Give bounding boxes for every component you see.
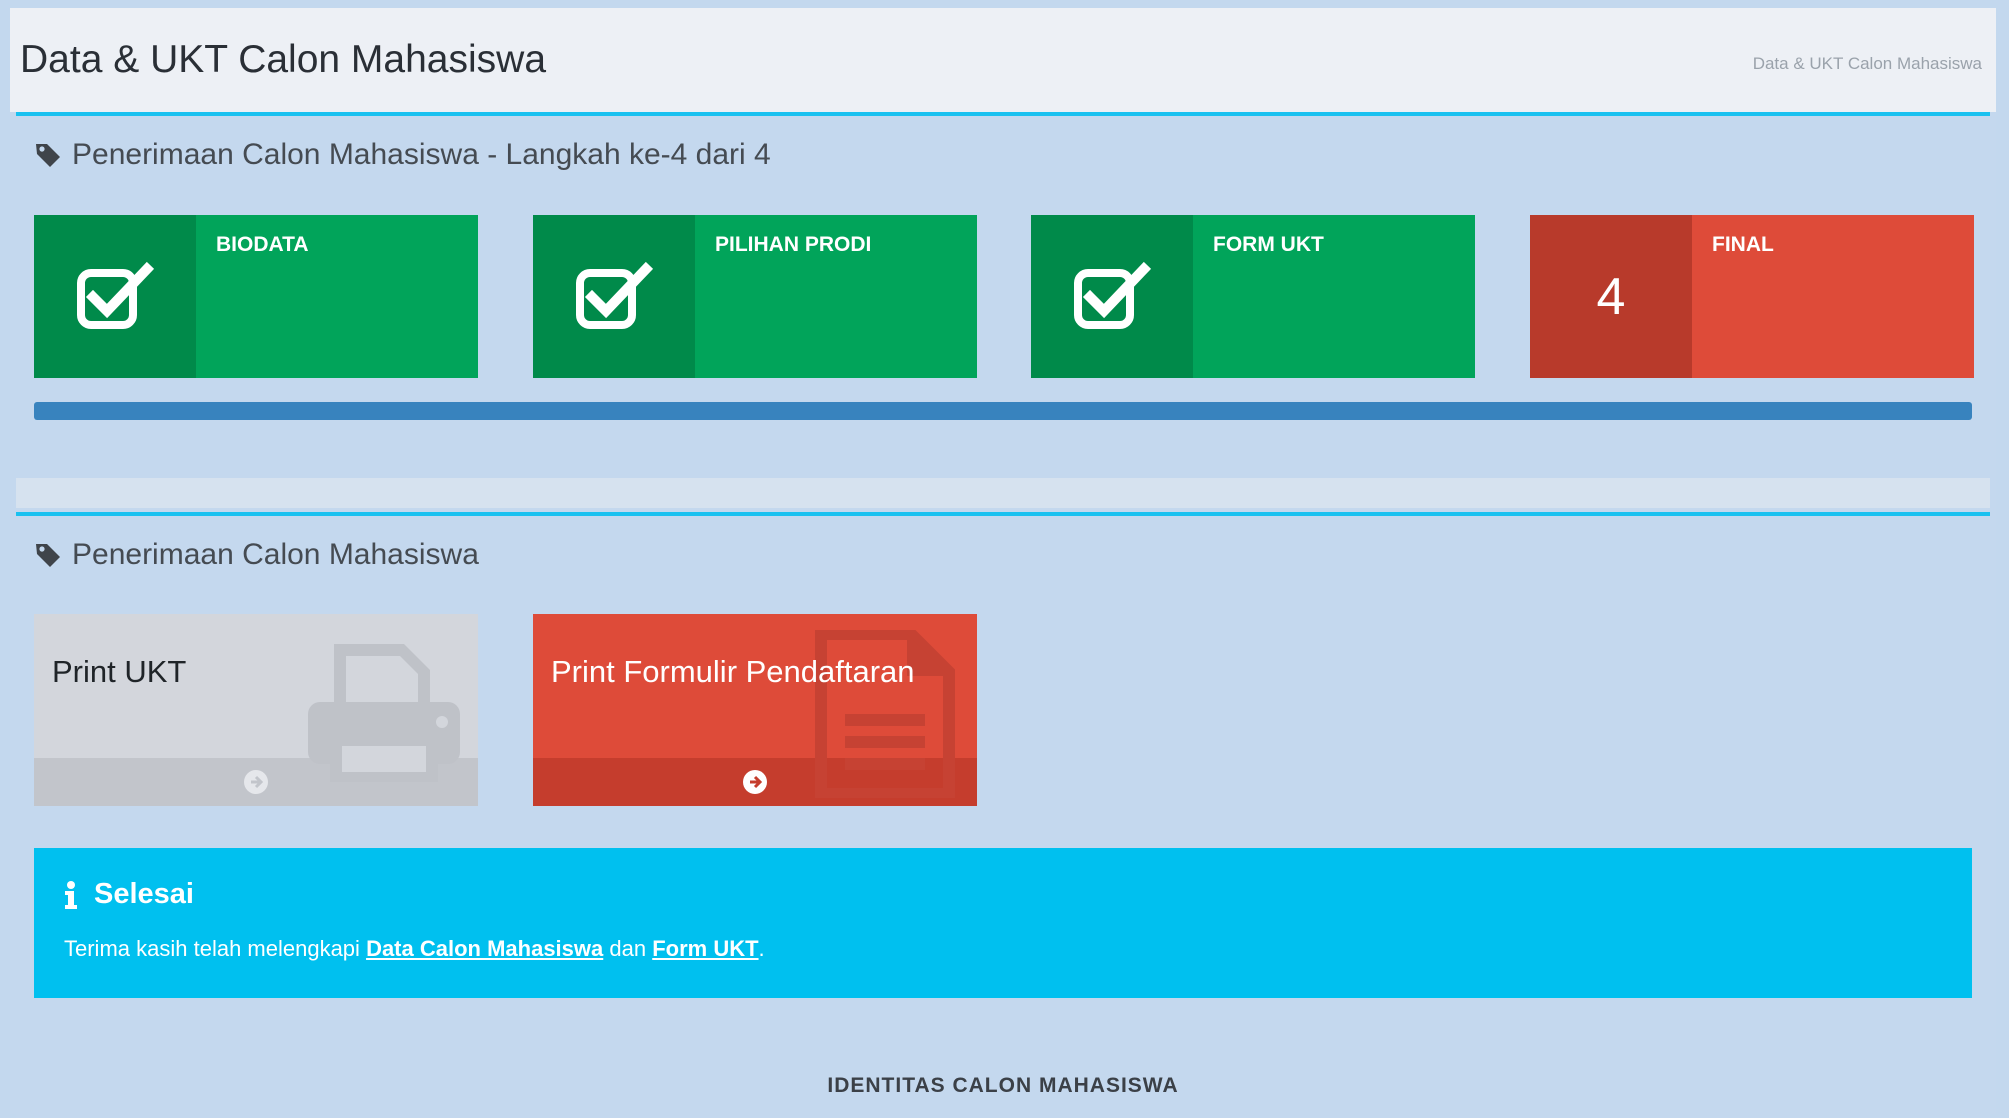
step-number: 4 <box>1596 267 1626 326</box>
box-separator <box>16 478 1990 508</box>
printer-icon <box>308 644 460 782</box>
step-label: FORM UKT <box>1193 215 1475 378</box>
form-ukt-link[interactable]: Form UKT <box>652 936 758 961</box>
page-title: Data & UKT Calon Mahasiswa <box>20 38 547 81</box>
print-formulir-tile[interactable]: Print Formulir Pendaftaran <box>533 614 977 806</box>
check-square-icon <box>77 261 155 329</box>
actions-box: Penerimaan Calon Mahasiswa Print UKT Pri… <box>16 512 1990 1118</box>
callout-text-after: . <box>758 936 765 961</box>
arrow-circle-right-icon <box>244 770 268 794</box>
content-header: Data & UKT Calon Mahasiswa Data & UKT Ca… <box>10 8 1996 112</box>
step-form-ukt[interactable]: FORM UKT <box>1031 215 1475 378</box>
print-ukt-tile[interactable]: Print UKT <box>34 614 478 806</box>
identitas-heading: IDENTITAS CALON MAHASISWA <box>827 1074 1179 1097</box>
step-icon-area <box>1031 215 1193 378</box>
step-icon-area <box>533 215 695 378</box>
info-icon <box>65 880 77 909</box>
steps-box: Penerimaan Calon Mahasiswa - Langkah ke-… <box>16 112 1990 478</box>
callout-selesai: Selesai Terima kasih telah melengkapi Da… <box>34 848 1972 998</box>
check-square-icon <box>1074 261 1152 329</box>
callout-title: Selesai <box>64 878 194 911</box>
callout-text: Terima kasih telah melengkapi Data Calon… <box>64 936 765 962</box>
step-final[interactable]: 4 FINAL <box>1530 215 1974 378</box>
step-label: BIODATA <box>196 215 478 378</box>
actions-box-title: Penerimaan Calon Mahasiswa <box>34 538 479 572</box>
print-formulir-title: Print Formulir Pendaftaran <box>551 654 915 689</box>
step-biodata[interactable]: BIODATA <box>34 215 478 378</box>
breadcrumb[interactable]: Data & UKT Calon Mahasiswa <box>1753 54 1982 74</box>
actions-box-title-text: Penerimaan Calon Mahasiswa <box>72 538 479 571</box>
step-icon-area <box>34 215 196 378</box>
step-label: FINAL <box>1692 215 1974 378</box>
step-number-area: 4 <box>1530 215 1692 378</box>
page: Data & UKT Calon Mahasiswa Data & UKT Ca… <box>10 8 1996 1118</box>
progress-bar <box>34 402 1972 420</box>
arrow-circle-right-icon <box>743 770 767 794</box>
data-calon-mahasiswa-link[interactable]: Data Calon Mahasiswa <box>366 936 603 961</box>
steps-box-title-text: Penerimaan Calon Mahasiswa - Langkah ke-… <box>72 138 771 171</box>
callout-text-before: Terima kasih telah melengkapi <box>64 936 360 961</box>
step-pilihan-prodi[interactable]: PILIHAN PRODI <box>533 215 977 378</box>
steps-box-title: Penerimaan Calon Mahasiswa - Langkah ke-… <box>34 138 771 172</box>
tag-icon <box>36 544 60 567</box>
callout-title-text: Selesai <box>94 878 194 910</box>
step-label: PILIHAN PRODI <box>695 215 977 378</box>
print-ukt-title: Print UKT <box>52 654 187 689</box>
check-square-icon <box>576 261 654 329</box>
tag-icon <box>36 144 60 167</box>
callout-text-middle: dan <box>609 936 647 961</box>
